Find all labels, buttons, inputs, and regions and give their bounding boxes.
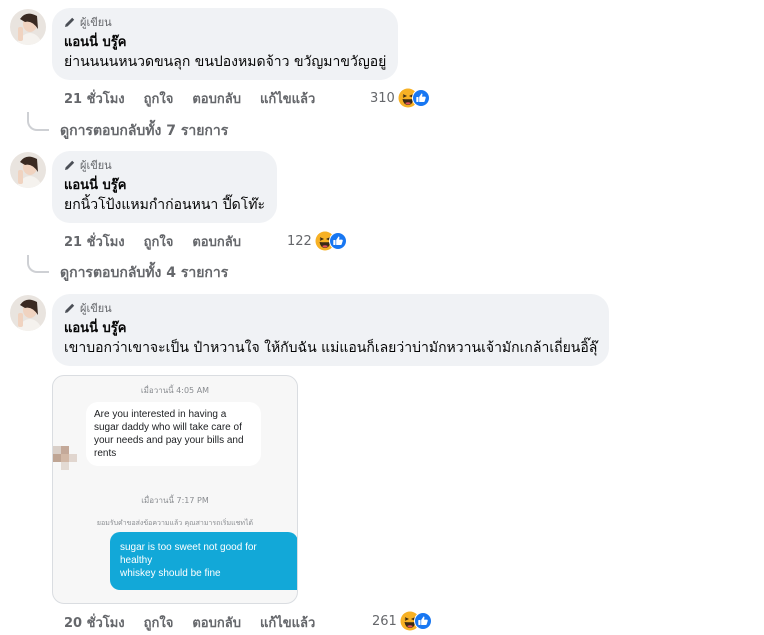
reaction-count: 310 [370, 90, 395, 106]
author-name[interactable]: แอนนี่ บรู๊ค [64, 35, 386, 51]
author-badge-label: ผู้เขียน [80, 16, 112, 29]
reaction-summary[interactable]: 310 [370, 88, 430, 108]
outgoing-line: healthy [120, 555, 153, 566]
reaction-count: 122 [287, 233, 312, 249]
avatar-image [10, 295, 46, 331]
message-request-notice: ยอมรับคำขอส่งข้อความแล้ว คุณสามารถเริ่มแ… [96, 519, 254, 527]
comment-text: ย่านนนนหนวดขนลุก ขนปองหมดจ้าว ขวัญมาขวัญ… [64, 54, 387, 70]
avatar[interactable] [10, 295, 46, 331]
comment-time[interactable]: 21 ชั่วโมง [64, 88, 125, 109]
comment-time[interactable]: 20 ชั่วโมง [64, 612, 125, 633]
avatar-image [10, 9, 46, 45]
comment-actions: 20 ชั่วโมง ถูกใจ ตอบกลับ แก้ไขแล้ว [64, 612, 334, 632]
like-link[interactable]: ถูกใจ [144, 231, 174, 252]
avatar-image [10, 152, 46, 188]
comment-actions: 21 ชั่วโมง ถูกใจ ตอบกลับ แก้ไขแล้ว [64, 88, 334, 108]
thread-connector [27, 255, 49, 273]
attachment-timestamp: เมื่อวานนี้ 4:05 AM [140, 386, 210, 395]
like-thumb-icon [411, 89, 430, 107]
reply-link[interactable]: ตอบกลับ [192, 612, 241, 633]
author-badge-label: ผู้เขียน [80, 302, 112, 315]
comment-attachment-image[interactable]: เมื่อวานนี้ 4:05 AM Are you interested i… [52, 375, 298, 604]
thread-connector [27, 112, 49, 131]
view-replies-link[interactable]: ดูการตอบกลับทั้ง 4 รายการ [60, 262, 228, 284]
like-link[interactable]: ถูกใจ [144, 612, 174, 633]
author-badge-label: ผู้เขียน [80, 159, 112, 172]
attachment-timestamp: เมื่อวานนี้ 7:17 PM [141, 496, 209, 505]
author-name[interactable]: แอนนี่ บรู๊ค [64, 321, 597, 337]
incoming-message: Are you interested in having a sugar dad… [86, 402, 261, 466]
edited-label[interactable]: แก้ไขแล้ว [260, 88, 315, 109]
reply-link[interactable]: ตอบกลับ [192, 231, 241, 252]
reaction-summary[interactable]: 122 [287, 231, 347, 251]
author-badge: ผู้เขียน [64, 158, 265, 172]
like-link[interactable]: ถูกใจ [144, 88, 174, 109]
comment-bubble: ผู้เขียน แอนนี่ บรู๊ค ย่านนนนหนวดขนลุก ข… [52, 8, 399, 80]
edited-label[interactable]: แก้ไขแล้ว [260, 612, 315, 633]
avatar[interactable] [10, 152, 46, 188]
author-badge: ผู้เขียน [64, 15, 386, 29]
outgoing-message: sugar is too sweet not good for healthy … [110, 532, 297, 590]
outgoing-line: whiskey should be fine [120, 568, 221, 579]
comment-text: เขาบอกว่าเขาจะเป็น ป๋าหวานใจ ให้กับฉัน แ… [64, 340, 598, 356]
like-thumb-icon [413, 612, 432, 630]
reply-link[interactable]: ตอบกลับ [192, 88, 241, 109]
comment-bubble: ผู้เขียน แอนนี่ บรู๊ค ยกนิ้วโป้งแหมกำก่อ… [52, 151, 277, 223]
avatar[interactable] [10, 9, 46, 45]
comment-time[interactable]: 21 ชั่วโมง [64, 231, 125, 252]
pencil-icon [65, 17, 75, 27]
view-replies-link[interactable]: ดูการตอบกลับทั้ง 7 รายการ [60, 120, 228, 142]
comment-actions: 21 ชั่วโมง ถูกใจ ตอบกลับ [64, 231, 260, 251]
outgoing-line: sugar is too sweet not good for [120, 542, 257, 553]
author-badge: ผู้เขียน [64, 301, 597, 315]
author-name[interactable]: แอนนี่ บรู๊ค [64, 178, 265, 194]
blurred-avatar [53, 446, 77, 470]
comment-bubble: ผู้เขียน แอนนี่ บรู๊ค เขาบอกว่าเขาจะเป็น… [52, 294, 610, 366]
pencil-icon [65, 160, 75, 170]
reaction-count: 261 [372, 613, 397, 629]
reaction-summary[interactable]: 261 [372, 611, 432, 631]
like-thumb-icon [328, 232, 347, 250]
comment-text: ยกนิ้วโป้งแหมกำก่อนหนา ปี๊ดโท๊ะ [64, 197, 265, 213]
pencil-icon [65, 303, 75, 313]
